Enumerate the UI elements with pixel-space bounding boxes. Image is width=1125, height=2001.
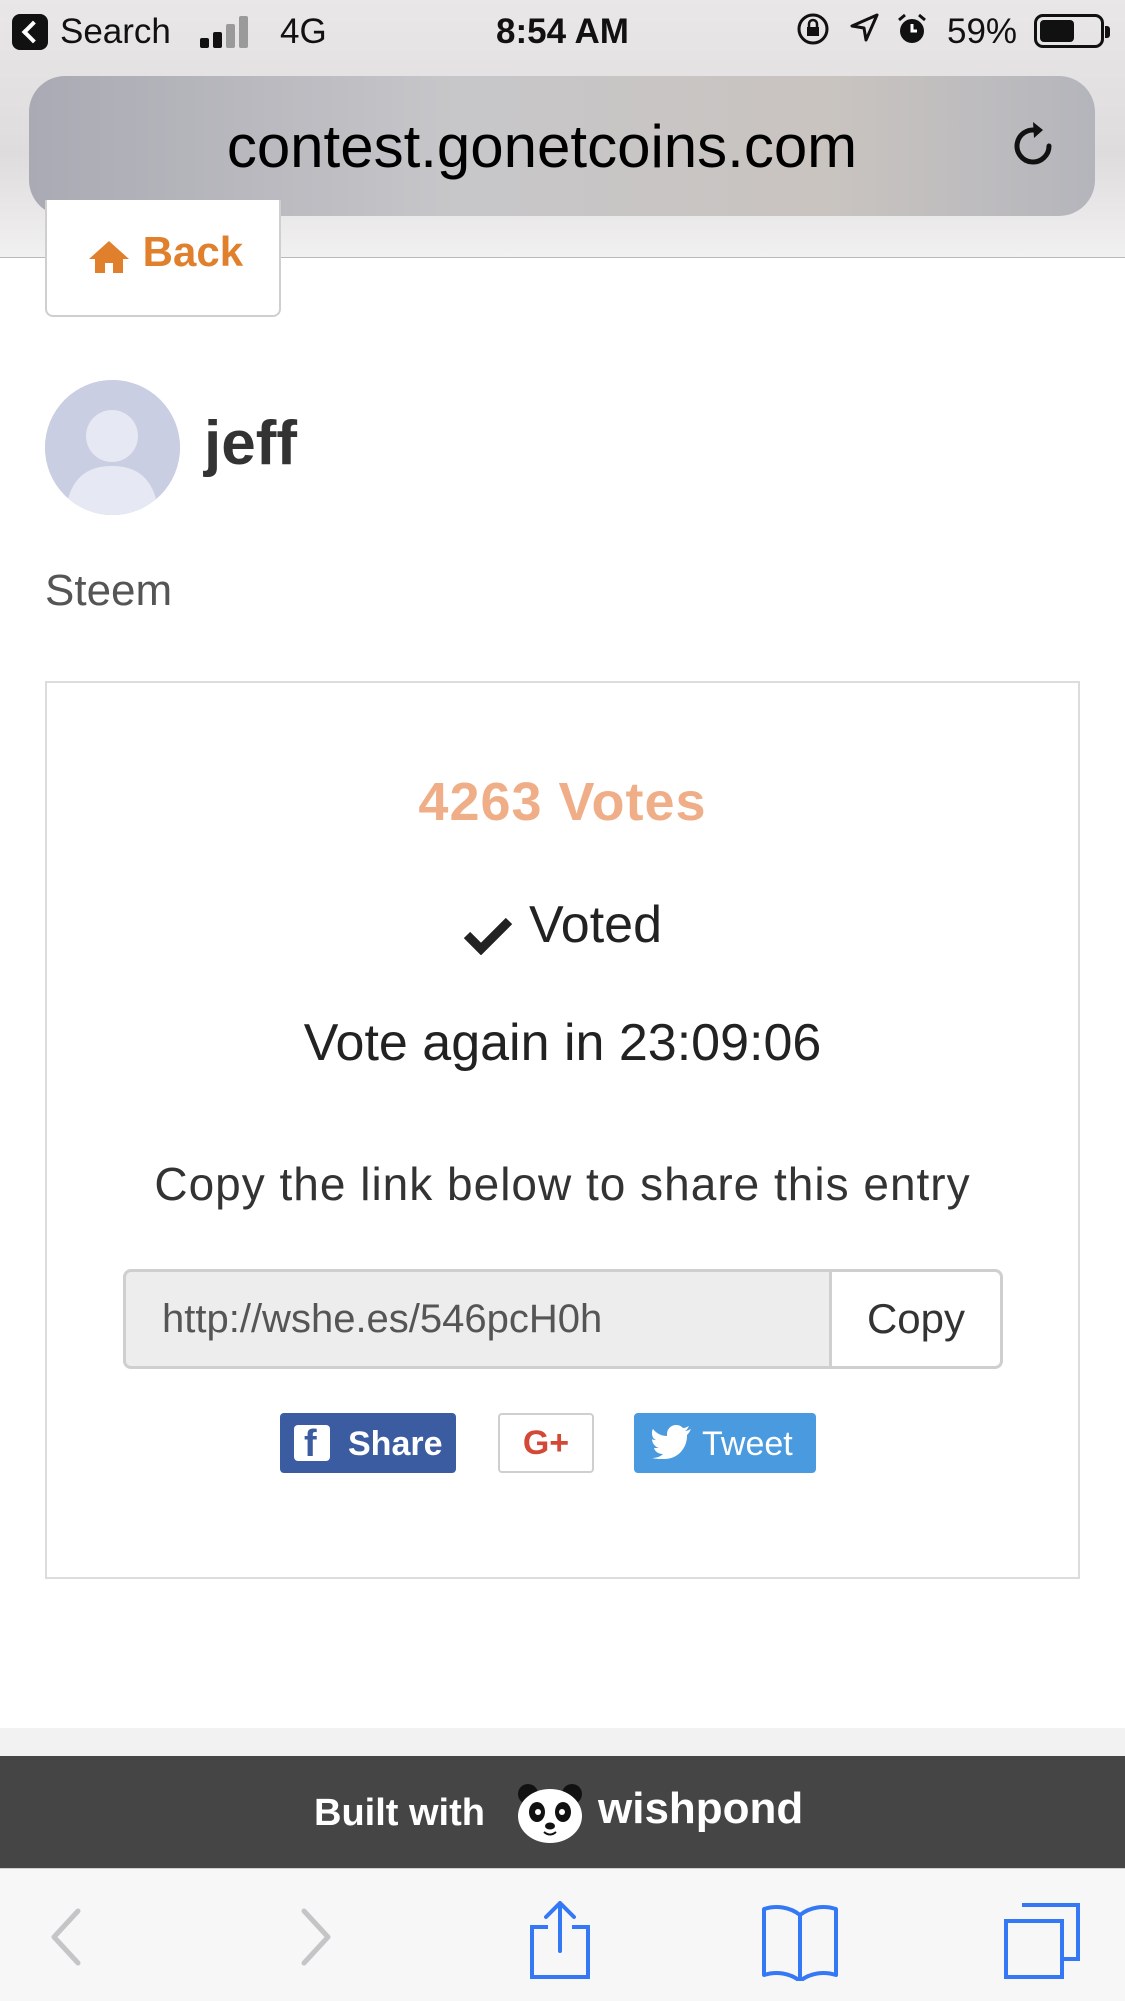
battery-percent: 59% — [947, 12, 1018, 51]
battery-icon — [1034, 14, 1110, 48]
vote-again-countdown: Vote again in 23:09:06 — [303, 1014, 822, 1072]
share-link-group: Copy — [123, 1269, 1003, 1369]
url-text[interactable]: contest.gonetcoins.com — [29, 112, 1095, 181]
tabs-icon[interactable] — [1002, 1901, 1082, 1981]
checkmark-icon — [463, 908, 513, 956]
forward-arrow-icon[interactable] — [278, 1901, 358, 1981]
share-link-input[interactable] — [123, 1269, 829, 1369]
footer-divider — [0, 1728, 1125, 1756]
default-user-icon — [45, 380, 180, 515]
share-instructions: Copy the link below to share this entry — [154, 1158, 971, 1210]
bookmarks-icon[interactable] — [760, 1901, 840, 1983]
twitter-share-label: Tweet — [702, 1425, 793, 1463]
facebook-icon — [294, 1423, 330, 1466]
alarm-icon — [895, 12, 929, 54]
back-arrow-icon[interactable] — [30, 1901, 110, 1981]
vote-card: 4263 Votes Voted Vote again in 23:09:06 … — [45, 681, 1080, 1579]
wishpond-brand: wishpond — [598, 1784, 804, 1833]
social-share-row: Share G+ Tweet — [47, 1413, 1078, 1473]
entry-username: jeff — [204, 409, 297, 478]
home-icon — [87, 237, 131, 273]
facebook-share-button[interactable]: Share — [280, 1413, 456, 1473]
reload-icon[interactable] — [1007, 120, 1059, 172]
copy-button[interactable]: Copy — [829, 1269, 1003, 1369]
built-with-label: Built with — [314, 1792, 485, 1834]
twitter-bird-icon — [652, 1425, 692, 1459]
wishpond-footer[interactable]: Built with wishpond — [0, 1756, 1125, 1868]
entry-category: Steem — [45, 566, 173, 615]
vote-count: 4263 Votes — [418, 772, 707, 832]
voted-label: Voted — [528, 896, 663, 954]
avatar — [45, 380, 180, 515]
address-bar[interactable]: contest.gonetcoins.com — [29, 76, 1095, 216]
orientation-lock-icon — [796, 12, 830, 54]
googleplus-share-button[interactable]: G+ — [498, 1413, 594, 1473]
safari-toolbar — [0, 1868, 1125, 2001]
back-button-label: Back — [142, 228, 244, 275]
share-icon[interactable] — [520, 1901, 600, 1981]
voted-status: Voted — [47, 895, 1078, 956]
status-bar: Search 4G 8:54 AM 59% — [0, 0, 1125, 64]
twitter-share-button[interactable]: Tweet — [634, 1413, 816, 1473]
back-button[interactable]: Back — [45, 200, 281, 317]
panda-logo-icon — [514, 1782, 586, 1844]
facebook-share-label: Share — [348, 1425, 443, 1463]
location-icon — [848, 12, 880, 52]
